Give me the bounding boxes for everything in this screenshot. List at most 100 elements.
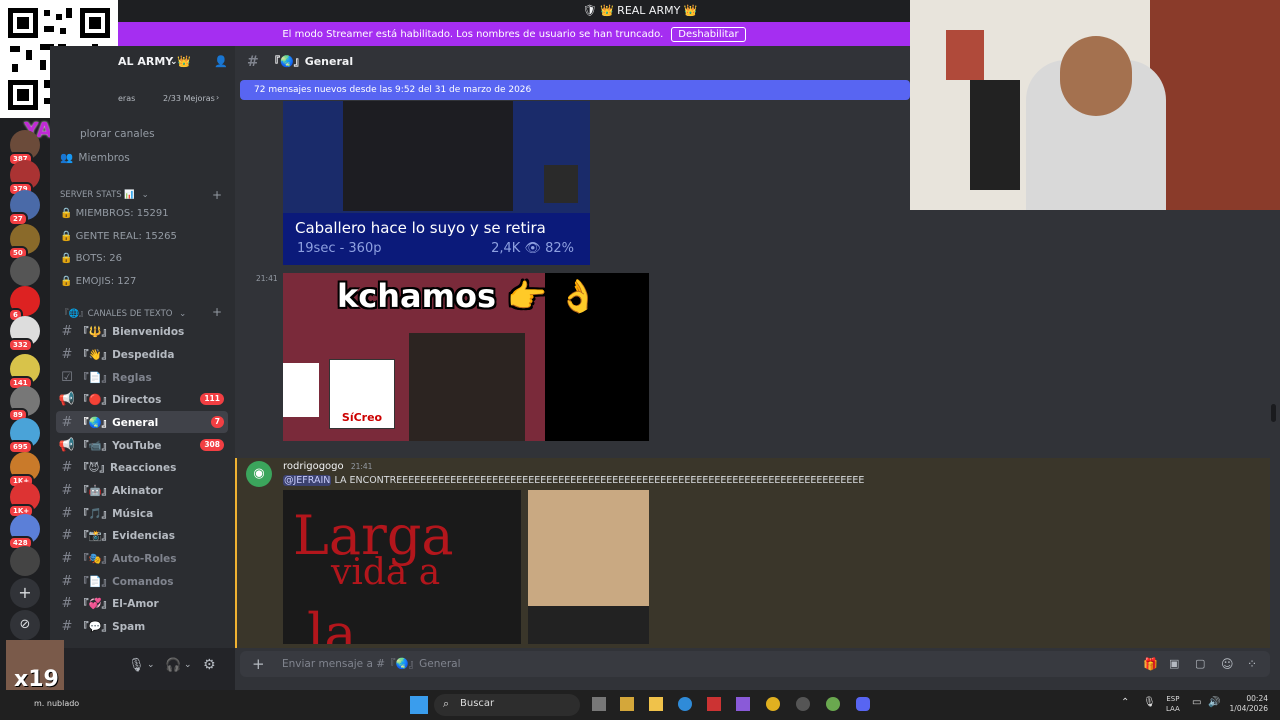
windows-start-icon[interactable] [410,696,428,714]
channel-item[interactable]: # 『💬』Spam [56,615,228,637]
settings-gear-icon[interactable]: ⚙ [203,657,216,673]
task-view-icon[interactable] [592,697,606,711]
server-icon[interactable]: 141 [8,354,40,390]
server-icon[interactable]: 428 [8,514,40,550]
add-attachment-icon[interactable]: + [252,651,265,677]
channel-item[interactable]: # 『💞』El-Amor [56,592,228,614]
chevron-down-icon[interactable]: ⌄ [147,660,155,670]
browse-channels[interactable]: plorar canales [80,128,155,140]
members-item[interactable]: 👥 Miembros [60,151,130,164]
avatar[interactable]: ◉ [246,461,272,487]
stat-channel[interactable]: 🔒 EMOJIS: 127 [60,276,136,287]
server-icon[interactable]: 6 [8,286,40,322]
apps-icon[interactable]: ⁘ [1247,651,1257,677]
video-meta: 19sec - 360p [297,241,382,256]
disable-streamer-button[interactable]: Deshabilitar [671,26,746,42]
hash-icon: # [61,346,73,362]
sticker-icon[interactable]: ▢ [1195,651,1205,677]
app-icon[interactable] [620,697,634,711]
server-icon[interactable]: 89 [8,386,40,422]
stat-channel[interactable]: 🔒 MIEMBROS: 15291 [60,208,169,219]
add-channel-icon[interactable]: + [212,305,222,319]
category-text-channels[interactable]: 『🌐』CANALES DE TEXTO ⌄ [60,307,186,319]
volume-icon[interactable]: 🔊 [1208,697,1220,708]
stat-label: BOTS: 26 [75,253,122,264]
discover-icon[interactable]: ⊘ [10,610,40,640]
scrollbar-thumb[interactable] [1271,404,1276,422]
image-attachment[interactable]: Larga vida a la [283,490,521,644]
server-name-header[interactable]: AL ARMY 👑 ⌄ 👤 [118,46,235,78]
chrome-icon[interactable] [826,697,840,711]
server-icon[interactable]: 50 [8,224,40,260]
message-composer[interactable]: + Enviar mensaje a #『🌏』General 🎁 ▣ ▢ ☺ ⁘ [240,651,1270,677]
add-channel-icon[interactable]: + [212,188,222,202]
network-icon[interactable]: ▭ [1192,697,1201,708]
server-icon[interactable]: 1K+ [8,482,40,518]
channel-item[interactable]: 📢 『📹』YouTube 308 [56,434,228,456]
new-messages-bar[interactable]: 72 mensajes nuevos desde las 9:52 del 31… [240,80,910,100]
channel-item[interactable]: # 『🎭』Auto-Roles [56,547,228,569]
members-label: Miembros [78,152,130,164]
server-icon[interactable] [10,546,40,576]
chair [970,80,1020,190]
image-text: vida a [331,552,441,593]
clock[interactable]: 00:24 1/04/2026 [1228,694,1268,714]
channel-title: 『🌏』General [269,55,354,68]
edge-icon[interactable] [678,697,692,711]
boosts-bar[interactable]: eras 2/33 Mejoras › [50,88,235,108]
microphone-icon[interactable]: 🎙 [128,658,145,673]
channel-item[interactable]: # 『🎵』Música [56,502,228,524]
stat-label: MIEMBROS: 15291 [75,208,169,219]
server-icon[interactable]: 27 [8,190,40,226]
channel-item-active[interactable]: # 『🌏』General 7 [56,411,228,433]
chevron-down-icon[interactable]: ⌄ [184,660,192,670]
image-attachment[interactable] [528,490,649,644]
gift-icon[interactable]: 🎁 [1143,651,1158,677]
headphones-icon[interactable]: 🎧 [165,658,181,673]
chrome-icon[interactable] [766,697,780,711]
server-icon[interactable]: 379 [8,160,40,196]
channel-item[interactable]: ☑ 『📄』Reglas [56,366,228,388]
language-indicator[interactable]: ESP LAA [1166,694,1180,714]
hash-icon: # [61,595,73,611]
category-server-stats[interactable]: SERVER STATS 📊 ⌄ [60,190,149,200]
server-icon[interactable]: 332 [8,316,40,352]
chevron-down-icon: ⌄ [141,190,149,200]
user-mention[interactable]: @JEFRAIN [283,475,332,486]
channel-item[interactable]: # 『👋』Despedida [56,343,228,365]
streamer-banner-text: El modo Streamer está habilitado. Los no… [282,28,664,40]
channel-item[interactable]: 📢 『🔴』Directos 111 [56,388,228,410]
channel-item[interactable]: # 『📸』Evidencias [56,524,228,546]
channel-label: 『📸』Evidencias [78,529,175,542]
server-icon[interactable]: 387 [8,130,40,166]
channel-item[interactable]: # 『📄』Comandos [56,570,228,592]
video-stats: 2,4K 👁 82% [491,241,574,256]
channel-item[interactable]: # 『😈』Reacciones [56,456,228,478]
x19-label: x19 [14,667,59,692]
chevron-up-icon[interactable]: ⌃ [1121,697,1129,708]
message-text: LA ENCONTREEEEEEEEEEEEEEEEEEEEEEEEEEEEEE… [334,475,865,486]
search-placeholder: Buscar [460,698,495,709]
hash-icon: # [61,414,73,430]
add-server-icon[interactable]: + [10,578,40,608]
channel-item[interactable]: # 『🤖』Akinator [56,479,228,501]
video-embed[interactable]: SíCreo kchamos 👉 👌 [283,273,649,441]
app-icon[interactable] [707,697,721,711]
server-icon[interactable]: 1K+ [8,452,40,488]
taskbar-search[interactable]: ⌕ Buscar [434,694,580,716]
emoji-icon[interactable]: ☺ [1221,651,1234,677]
channel-item[interactable]: # 『🔱』Bienvenidos [56,320,228,342]
invite-icon[interactable]: 👤 [214,46,228,78]
file-explorer-icon[interactable] [649,697,663,711]
server-icon[interactable]: 695 [8,418,40,454]
video-embed[interactable]: Caballero hace lo suyo y se retira 19sec… [283,101,590,265]
gif-icon[interactable]: ▣ [1169,651,1179,677]
microphone-icon[interactable]: 🎙 [1143,697,1156,708]
message-author[interactable]: rodrigogogo [283,461,344,472]
discord-icon[interactable] [856,697,870,711]
stat-channel[interactable]: 🔒 BOTS: 26 [60,253,122,264]
server-icon[interactable] [10,256,40,286]
app-icon[interactable] [736,697,750,711]
stat-channel[interactable]: 🔒 GENTE REAL: 15265 [60,231,177,242]
app-icon[interactable] [796,697,810,711]
